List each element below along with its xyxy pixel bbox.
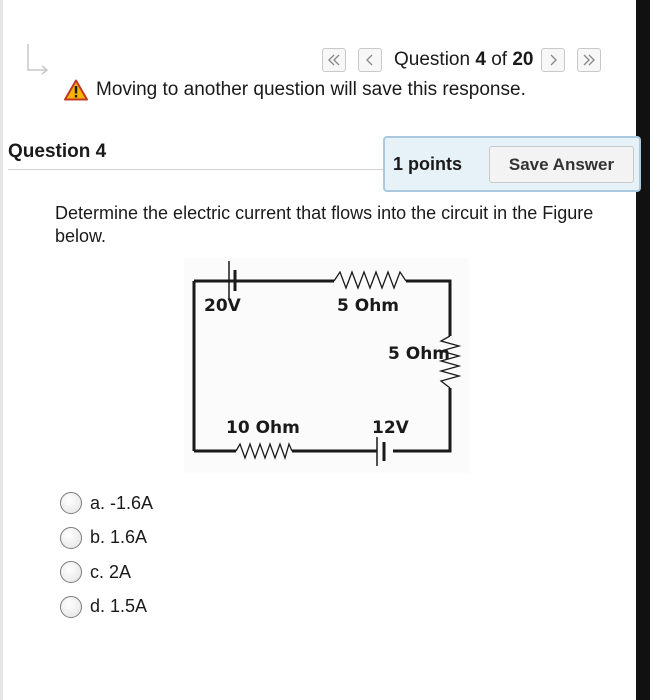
question-title: Question 4 xyxy=(8,141,107,162)
question-navigation: Question 4 of 20 xyxy=(322,47,602,73)
circuit-diagram: 20V 5 Ohm 5 Ohm 10 Ohm 12V xyxy=(184,258,469,473)
double-chevron-left-icon xyxy=(328,54,340,66)
option-d-text: 1.5A xyxy=(110,596,148,617)
battery-20v-label: 20V xyxy=(204,296,242,316)
battery-12v-label: 12V xyxy=(372,418,410,438)
points-panel: 1 points Save Answer xyxy=(383,136,641,192)
page-left-border xyxy=(0,0,3,700)
option-a-text: -1.6A xyxy=(110,492,154,513)
option-c-text: 2A xyxy=(109,561,132,582)
last-question-button[interactable] xyxy=(577,48,602,72)
save-warning: Moving to another question will save thi… xyxy=(64,79,526,101)
option-a[interactable]: a. -1.6A xyxy=(60,486,153,521)
current-question-number: 4 xyxy=(475,49,486,70)
option-a-letter: a. xyxy=(90,492,106,513)
option-c-radio[interactable] xyxy=(60,561,82,584)
chevron-right-icon xyxy=(550,54,558,66)
option-d-radio[interactable] xyxy=(60,595,82,618)
question-word: Question xyxy=(394,49,471,70)
of-word: of xyxy=(491,49,508,70)
chevron-left-icon xyxy=(366,54,373,66)
points-value: 1 points xyxy=(393,154,463,174)
option-b[interactable]: b. 1.6A xyxy=(60,521,153,556)
option-c[interactable]: c. 2A xyxy=(60,555,153,590)
previous-question-button[interactable] xyxy=(358,48,382,72)
question-divider xyxy=(8,169,388,170)
double-chevron-right-icon xyxy=(583,54,596,66)
option-d[interactable]: d. 1.5A xyxy=(60,590,153,625)
option-b-letter: b. xyxy=(90,527,106,548)
window-edge xyxy=(636,0,650,700)
resistor-bottom-label: 10 Ohm xyxy=(226,418,300,438)
option-b-text: 1.6A xyxy=(110,527,148,548)
next-question-button[interactable] xyxy=(541,48,566,72)
option-a-radio[interactable] xyxy=(60,492,82,515)
resistor-right-label: 5 Ohm xyxy=(388,344,450,364)
option-d-letter: d. xyxy=(90,596,106,617)
question-counter: Question 4 of 20 xyxy=(394,49,533,71)
question-prompt: Determine the electric current that flow… xyxy=(55,203,594,246)
option-c-letter: c. xyxy=(90,561,105,582)
warning-text: Moving to another question will save thi… xyxy=(96,79,526,100)
total-questions: 20 xyxy=(512,49,534,70)
return-arrow-icon xyxy=(27,44,49,75)
first-question-button[interactable] xyxy=(322,48,346,72)
save-answer-button[interactable]: Save Answer xyxy=(489,146,634,183)
option-b-radio[interactable] xyxy=(60,526,82,549)
warning-icon xyxy=(64,79,88,101)
resistor-top-label: 5 Ohm xyxy=(337,296,399,316)
answer-options: a. -1.6A b. 1.6A c. 2A d. 1.5A xyxy=(60,486,153,624)
